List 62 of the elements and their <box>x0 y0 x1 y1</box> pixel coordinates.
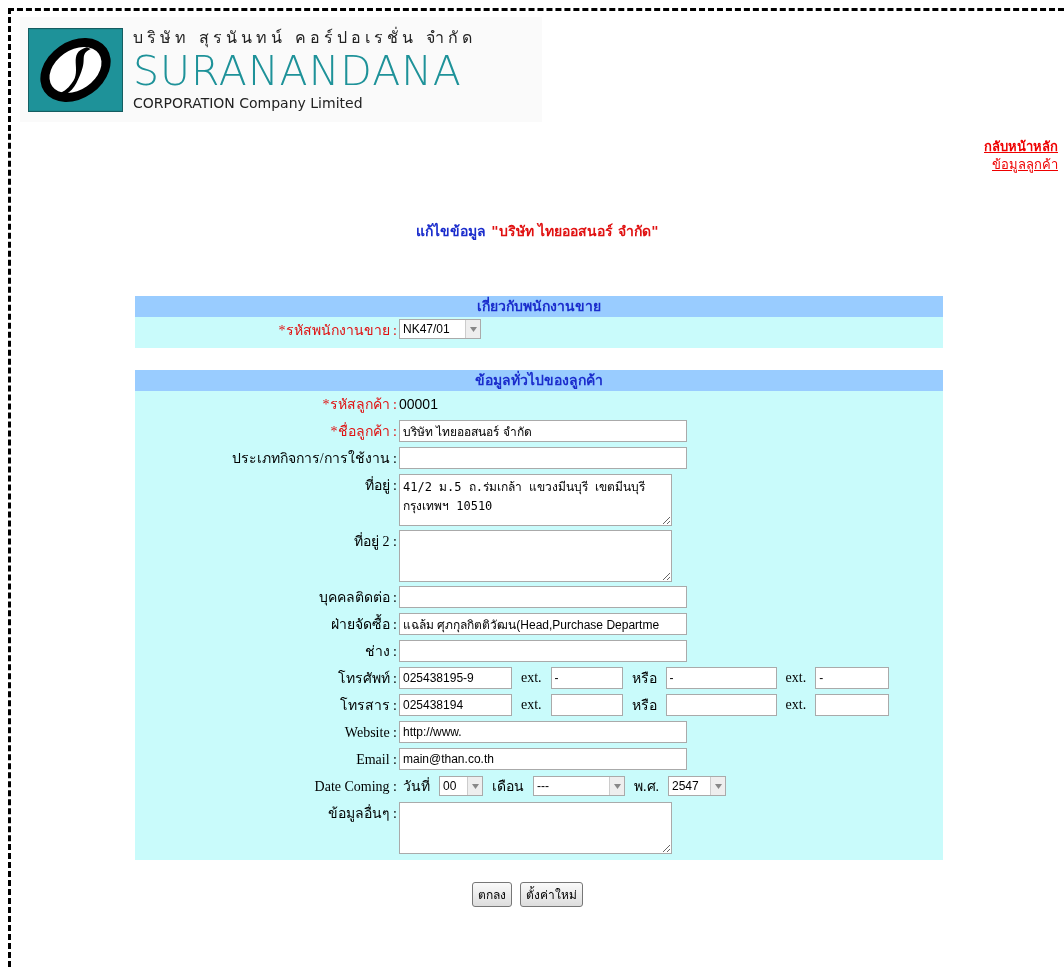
field-label: Date Coming : <box>313 778 398 796</box>
input-field[interactable] <box>399 640 687 662</box>
input-field[interactable] <box>815 694 890 716</box>
field-label: หรือ <box>630 670 658 688</box>
company-name: SURANANDANA <box>133 47 463 94</box>
field-label: ext. <box>784 697 808 713</box>
company-subtitle: CORPORATION Company Limited <box>133 93 364 112</box>
field-label: พ.ศ. <box>633 778 660 796</box>
field-label: ช่าง : <box>363 643 398 661</box>
field-label: *ชื่อลูกค้า : <box>329 421 398 442</box>
dropdown[interactable]: 2547 <box>668 776 726 796</box>
logo-icon <box>28 27 123 112</box>
page-title: แก้ไขข้อมูล "บริษัท ไทยออสนอร์ จำกัด" <box>415 222 660 242</box>
field-value: 00001 <box>399 395 438 414</box>
company-thai-name: บริษัท สุรนันทน์ คอร์ปอเรชั่น จำกัด <box>133 27 477 48</box>
text-area[interactable] <box>399 802 672 854</box>
field-label: ที่อยู่ 2 : <box>353 531 398 552</box>
input-field[interactable]: 025438194 <box>399 694 512 716</box>
field-label: Website : <box>343 724 398 742</box>
field-label: โทรสาร : <box>338 696 398 715</box>
input-field[interactable] <box>665 694 777 716</box>
field-label: ext. <box>520 670 543 686</box>
input-field[interactable]: 025438195-9 <box>399 667 512 689</box>
input-field[interactable]: - <box>665 667 777 689</box>
input-field[interactable]: - <box>550 667 623 689</box>
nav-link[interactable]: กลับหน้าหลัก <box>984 138 1058 156</box>
section-header: เกี่ยวกับพนักงานขาย <box>135 296 943 317</box>
field-label: ข้อมูลอื่นๆ : <box>326 803 398 824</box>
form-button[interactable]: ตั้งค่าใหม่ <box>520 882 583 907</box>
field-label: ฝ่ายจัดซื้อ : <box>135 613 399 636</box>
field-label: ที่อยู่ : <box>363 475 398 496</box>
caret-icon <box>613 783 621 789</box>
text-area[interactable] <box>399 530 672 582</box>
input-field[interactable] <box>399 586 687 608</box>
field-label: บุคคลติดต่อ : <box>317 589 398 608</box>
text-area[interactable]: 41/2 ม.5 ถ.ร่มเกล้า แขวงมีนบุรี เขตมีนบุรี กรุงเทพฯ 10510 <box>399 474 672 526</box>
input-field[interactable]: http://www. <box>399 721 687 743</box>
field-label: โทรศัพท์ : <box>336 669 398 688</box>
input-field[interactable]: - <box>815 667 890 689</box>
input-field[interactable] <box>399 447 687 469</box>
input-field[interactable]: main@than.co.th <box>399 748 687 770</box>
caret-icon <box>471 783 479 789</box>
field-label: ext. <box>520 697 543 713</box>
input-field[interactable] <box>550 694 623 716</box>
caret-icon <box>714 783 722 789</box>
field-label: ext. <box>784 670 808 686</box>
dropdown[interactable]: 00 <box>439 776 483 796</box>
section-header: ข้อมูลทั่วไปของลูกค้า <box>135 370 943 391</box>
field-label: หรือ <box>630 697 658 715</box>
field-label: วันที่ <box>402 776 431 796</box>
input-field[interactable]: บริษัท ไทยออสนอร์ จำกัด <box>399 420 687 442</box>
input-field[interactable]: แฉล้ม ศุภกุลกิตติวัฒน(Head,Purchase Departme <box>399 613 687 635</box>
field-label: เดือน <box>491 778 525 796</box>
field-label: *รหัสลูกค้า : <box>321 396 398 415</box>
dropdown[interactable]: --- <box>533 776 625 796</box>
nav-link[interactable]: ข้อมูลลูกค้า <box>992 156 1058 174</box>
dropdown[interactable]: NK47/01 <box>399 319 481 339</box>
field-label: *รหัสพนักงานขาย : <box>277 322 398 340</box>
field-label: Email : <box>355 751 398 769</box>
field-label: ประเภทกิจการ/การใช้งาน : <box>230 449 398 468</box>
caret-icon <box>469 326 477 332</box>
form-button[interactable]: ตกลง <box>472 882 512 907</box>
